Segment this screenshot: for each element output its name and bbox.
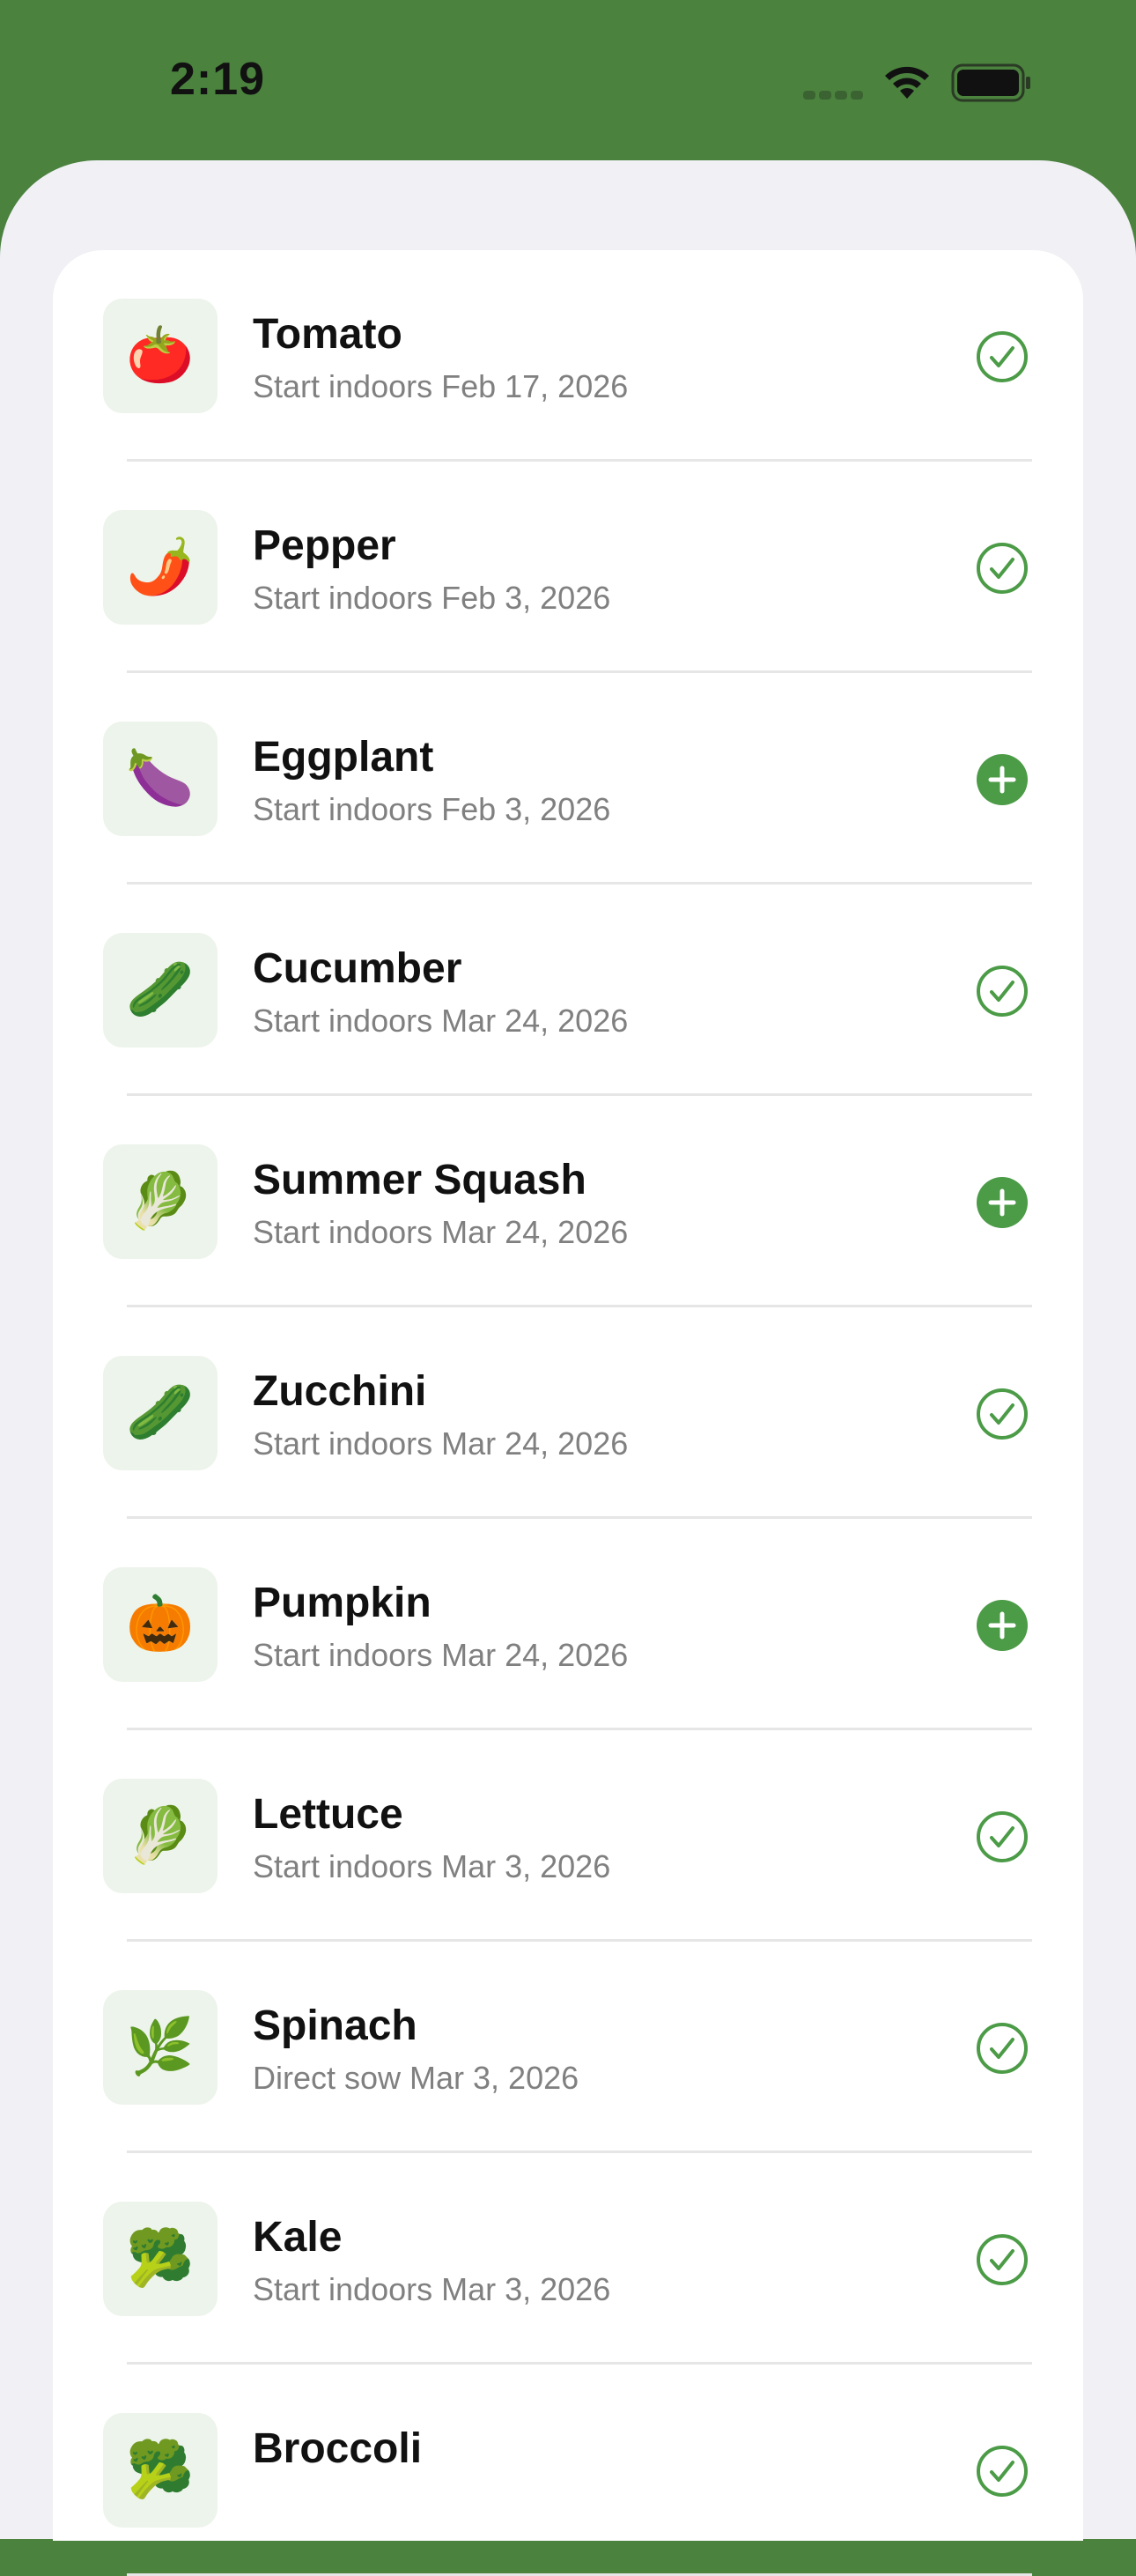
- add-circle-icon[interactable]: [976, 1176, 1029, 1229]
- add-circle-icon[interactable]: [976, 1599, 1029, 1652]
- tomato-icon: 🍅: [103, 299, 218, 413]
- plant-row[interactable]: 🥬 Lettuce Start indoors Mar 3, 2026: [53, 1730, 1083, 1942]
- checkmark-circle-icon[interactable]: [976, 2022, 1029, 2075]
- plant-row[interactable]: 🥬 Summer Squash Start indoors Mar 24, 2026: [53, 1096, 1083, 1307]
- plant-name: Pumpkin: [253, 1580, 432, 1626]
- add-circle-icon[interactable]: [976, 753, 1029, 806]
- checkmark-circle-icon[interactable]: [976, 2233, 1029, 2286]
- plant-row[interactable]: 🥦 Kale Start indoors Mar 3, 2026: [53, 2153, 1083, 2365]
- broccoli-icon: 🥦: [103, 2413, 218, 2528]
- eggplant-icon: 🍆: [103, 722, 218, 836]
- plant-schedule: Start indoors Feb 17, 2026: [253, 368, 629, 404]
- plant-schedule: Start indoors Mar 24, 2026: [253, 1637, 629, 1673]
- plant-row[interactable]: 🥦 Broccoli: [53, 2365, 1083, 2576]
- plant-name: Cucumber: [253, 945, 462, 992]
- plant-schedule: Start indoors Mar 24, 2026: [253, 1003, 629, 1039]
- checkmark-circle-icon[interactable]: [976, 2445, 1029, 2498]
- plant-name: Kale: [253, 2214, 343, 2261]
- status-time: 2:19: [170, 54, 266, 105]
- plant-schedule: Direct sow Mar 3, 2026: [253, 2060, 579, 2096]
- herb-icon: 🌿: [103, 1990, 218, 2105]
- checkmark-circle-icon[interactable]: [976, 330, 1029, 383]
- plant-row[interactable]: 🌶️ Pepper Start indoors Feb 3, 2026: [53, 462, 1083, 673]
- checkmark-circle-icon[interactable]: [976, 1388, 1029, 1440]
- plant-schedule: Start indoors Feb 3, 2026: [253, 580, 611, 616]
- wifi-icon: [885, 66, 929, 99]
- plant-row[interactable]: 🎃 Pumpkin Start indoors Mar 24, 2026: [53, 1519, 1083, 1730]
- plant-name: Zucchini: [253, 1368, 427, 1415]
- plant-name: Pepper: [253, 522, 396, 569]
- plant-name: Eggplant: [253, 734, 434, 781]
- plant-list: 🍅 Tomato Start indoors Feb 17, 2026 🌶️ Peppe…: [53, 250, 1083, 2576]
- plant-row[interactable]: 🥒 Zucchini Start indoors Mar 24, 2026: [53, 1307, 1083, 1519]
- plant-schedule: Start indoors Mar 3, 2026: [253, 1848, 611, 1884]
- plant-name: Spinach: [253, 2002, 417, 2049]
- cucumber-icon: 🥒: [103, 933, 218, 1047]
- plant-row[interactable]: 🥒 Cucumber Start indoors Mar 24, 2026: [53, 885, 1083, 1096]
- broccoli-icon: 🥦: [103, 2202, 218, 2316]
- plant-name: Summer Squash: [253, 1157, 586, 1203]
- plant-schedule: Start indoors Mar 24, 2026: [253, 1425, 629, 1462]
- plant-row[interactable]: 🍅 Tomato Start indoors Feb 17, 2026: [53, 250, 1083, 462]
- plant-row[interactable]: 🌿 Spinach Direct sow Mar 3, 2026: [53, 1942, 1083, 2153]
- checkmark-circle-icon[interactable]: [976, 1810, 1029, 1863]
- plant-schedule: Start indoors Mar 3, 2026: [253, 2271, 611, 2307]
- pepper-icon: 🌶️: [103, 510, 218, 625]
- checkmark-circle-icon[interactable]: [976, 542, 1029, 595]
- plant-row[interactable]: 🍆 Eggplant Start indoors Feb 3, 2026: [53, 673, 1083, 885]
- plant-name: Tomato: [253, 311, 402, 358]
- leafy-greens-icon: 🥬: [103, 1144, 218, 1259]
- plant-name: Lettuce: [253, 1791, 403, 1838]
- pumpkin-icon: 🎃: [103, 1567, 218, 1682]
- leafy-greens-icon: 🥬: [103, 1779, 218, 1893]
- status-bar: 2:19: [0, 0, 1136, 160]
- cucumber-icon: 🥒: [103, 1356, 218, 1470]
- plant-name: Broccoli: [253, 2425, 423, 2472]
- battery-icon: [951, 63, 1030, 102]
- cellular-signal-icon: [803, 88, 867, 104]
- plant-schedule: Start indoors Mar 24, 2026: [253, 1214, 629, 1250]
- checkmark-circle-icon[interactable]: [976, 965, 1029, 1018]
- plant-schedule: Start indoors Feb 3, 2026: [253, 791, 611, 827]
